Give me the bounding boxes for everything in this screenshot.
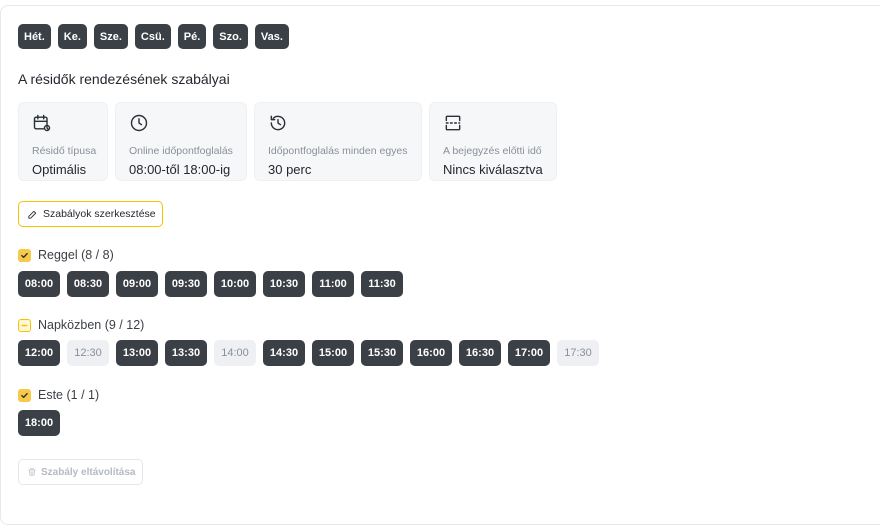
group-morning-header: Reggel (8 / 8)	[18, 248, 114, 262]
check-icon	[21, 392, 28, 398]
group-morning-checkbox[interactable]	[18, 248, 31, 262]
group-daytime-label: Napközben (9 / 12)	[38, 318, 145, 332]
calendar-settings-icon	[33, 114, 51, 132]
time-slot[interactable]: 16:30	[459, 340, 501, 366]
time-slot[interactable]: 18:00	[18, 410, 60, 436]
time-slot[interactable]: 16:00	[410, 340, 452, 366]
remove-rule-label: Szabály eltávolítása	[41, 466, 136, 478]
day-chip-sat[interactable]: Szo.	[213, 24, 248, 49]
time-slot[interactable]: 15:30	[361, 340, 403, 366]
pencil-icon	[28, 210, 37, 219]
card-booking-interval: Időpontfoglalás minden egyes 30 perc	[254, 102, 422, 181]
day-chip-tue[interactable]: Ke.	[57, 24, 87, 49]
day-chip-fri[interactable]: Pé.	[177, 24, 207, 49]
card-value: 30 perc	[268, 162, 312, 177]
group-evening-header: Este (1 / 1)	[18, 388, 99, 402]
time-slot[interactable]: 11:00	[312, 271, 354, 297]
time-slot[interactable]: 08:30	[67, 271, 109, 297]
time-slot[interactable]: 10:00	[214, 271, 256, 297]
time-slot[interactable]: 09:30	[165, 271, 207, 297]
card-label: Résidő típusa	[32, 145, 97, 157]
minus-icon	[21, 324, 28, 326]
section-title: A résidők rendezésének szabályai	[18, 71, 230, 87]
day-chip-sun[interactable]: Vas.	[254, 24, 289, 49]
card-label: Online időpontfoglalás	[129, 145, 233, 157]
group-morning-slots: 08:00 08:30 09:00 09:30 10:00 10:30 11:0…	[18, 271, 403, 297]
time-slot[interactable]: 09:00	[116, 271, 158, 297]
clock-icon	[130, 114, 148, 132]
edit-rules-button[interactable]: Szabályok szerkesztése	[18, 201, 163, 227]
group-daytime-checkbox[interactable]	[18, 318, 31, 332]
edit-rules-label: Szabályok szerkesztése	[43, 208, 156, 220]
trash-icon	[28, 468, 36, 476]
time-slot[interactable]: 14:30	[263, 340, 305, 366]
time-slot[interactable]: 15:00	[312, 340, 354, 366]
card-label: Időpontfoglalás minden egyes	[268, 145, 408, 157]
time-slot[interactable]: 11:30	[361, 271, 403, 297]
time-slot-disabled[interactable]: 12:30	[67, 340, 109, 366]
card-online-booking: Online időpontfoglalás 08:00-től 18:00-i…	[115, 102, 247, 181]
weekday-selector: Hét. Ke. Sze. Csü. Pé. Szo. Vas.	[18, 24, 289, 49]
time-slot-disabled[interactable]: 17:30	[557, 340, 599, 366]
day-chip-wed[interactable]: Sze.	[93, 24, 128, 49]
card-value: Optimális	[32, 162, 87, 177]
day-chip-mon[interactable]: Hét.	[18, 24, 51, 49]
group-evening-checkbox[interactable]	[18, 388, 31, 402]
time-slot[interactable]: 12:00	[18, 340, 60, 366]
remove-rule-button[interactable]: Szabály eltávolítása	[18, 459, 143, 485]
layout-split-icon	[445, 115, 461, 131]
group-morning-label: Reggel (8 / 8)	[38, 248, 114, 262]
time-slot[interactable]: 08:00	[18, 271, 60, 297]
day-chip-thu[interactable]: Csü.	[134, 24, 171, 49]
group-evening-slots: 18:00	[18, 410, 60, 436]
card-value: Nincs kiválasztva	[443, 162, 543, 177]
time-slot[interactable]: 17:00	[508, 340, 550, 366]
group-daytime-slots: 12:00 12:30 13:00 13:30 14:00 14:30 15:0…	[18, 340, 599, 366]
check-icon	[21, 252, 28, 258]
time-slot-disabled[interactable]: 14:00	[214, 340, 256, 366]
time-slot[interactable]: 13:00	[116, 340, 158, 366]
group-daytime-header: Napközben (9 / 12)	[18, 318, 144, 332]
card-lead-time: A bejegyzés előtti idő Nincs kiválasztva	[429, 102, 557, 181]
time-slot[interactable]: 13:30	[165, 340, 207, 366]
group-evening-label: Este (1 / 1)	[38, 388, 100, 402]
rule-cards: Résidő típusa Optimális Online időpontfo…	[18, 102, 557, 181]
time-slot[interactable]: 10:30	[263, 271, 305, 297]
history-icon	[270, 115, 286, 131]
card-label: A bejegyzés előtti idő	[443, 145, 542, 157]
card-slot-type: Résidő típusa Optimális	[18, 102, 108, 181]
card-value: 08:00-től 18:00-ig	[129, 162, 231, 177]
